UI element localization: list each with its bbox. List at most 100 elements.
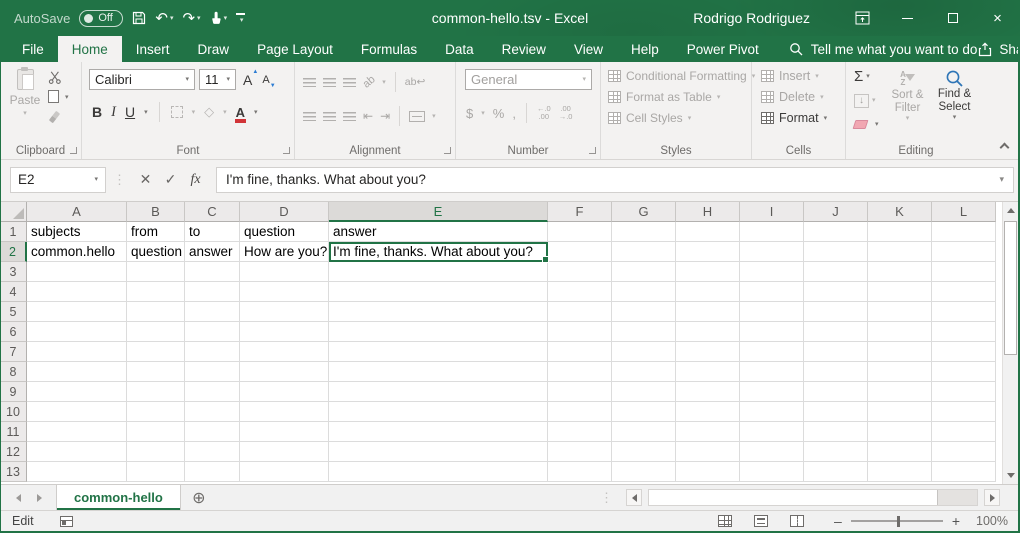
cell-F11[interactable]	[548, 422, 612, 442]
cell-E8[interactable]	[329, 362, 548, 382]
cell-E6[interactable]	[329, 322, 548, 342]
cell-B12[interactable]	[127, 442, 185, 462]
scroll-right-button[interactable]	[984, 489, 1000, 506]
row-header-4[interactable]: 4	[0, 282, 27, 302]
clear-button[interactable]: ▾	[854, 115, 884, 134]
autosave-toggle[interactable]: Off	[79, 10, 123, 27]
next-sheet-button[interactable]	[37, 494, 42, 502]
tab-review[interactable]: Review	[488, 36, 560, 62]
cell-H2[interactable]	[676, 242, 740, 262]
cell-J10[interactable]	[804, 402, 868, 422]
cell-I8[interactable]	[740, 362, 804, 382]
cell-J2[interactable]	[804, 242, 868, 262]
merge-center-button[interactable]	[409, 111, 425, 122]
cell-B11[interactable]	[127, 422, 185, 442]
row-header-12[interactable]: 12	[0, 442, 27, 462]
decrease-decimal-button[interactable]: .00 →.0	[559, 105, 573, 121]
row-header-6[interactable]: 6	[0, 322, 27, 342]
cell-H10[interactable]	[676, 402, 740, 422]
cut-button[interactable]	[48, 70, 69, 84]
cell-I3[interactable]	[740, 262, 804, 282]
vertical-scroll-thumb[interactable]	[1004, 221, 1017, 355]
insert-function-button[interactable]: fx	[183, 167, 208, 193]
macro-record-icon[interactable]	[60, 516, 73, 527]
page-break-preview-icon[interactable]	[790, 515, 804, 527]
cell-H9[interactable]	[676, 382, 740, 402]
zoom-in-button[interactable]: +	[952, 513, 960, 529]
cell-E4[interactable]	[329, 282, 548, 302]
conditional-formatting-button[interactable]: Conditional Formatting ▾	[608, 69, 751, 83]
autosum-button[interactable]: Σ ▾	[854, 67, 884, 86]
tab-split-handle-icon[interactable]: ⋮	[600, 490, 613, 506]
cell-C6[interactable]	[185, 322, 240, 342]
cell-E7[interactable]	[329, 342, 548, 362]
cell-F3[interactable]	[548, 262, 612, 282]
cell-C10[interactable]	[185, 402, 240, 422]
cell-F6[interactable]	[548, 322, 612, 342]
fill-button[interactable]: ↓ ▾	[854, 91, 884, 110]
cell-J1[interactable]	[804, 222, 868, 242]
cell-G13[interactable]	[612, 462, 676, 482]
cell-J9[interactable]	[804, 382, 868, 402]
cell-J7[interactable]	[804, 342, 868, 362]
cell-D2[interactable]: How are you?	[240, 242, 329, 262]
column-header-K[interactable]: K	[868, 202, 932, 222]
row-header-3[interactable]: 3	[0, 262, 27, 282]
cell-G1[interactable]	[612, 222, 676, 242]
font-name-combo[interactable]: Calibri ▾	[89, 69, 195, 90]
align-left-button[interactable]	[303, 112, 316, 121]
row-header-8[interactable]: 8	[0, 362, 27, 382]
tell-me-search[interactable]: Tell me what you want to do	[789, 36, 978, 62]
zoom-slider-thumb[interactable]	[897, 516, 900, 527]
percent-button[interactable]: %	[493, 106, 505, 121]
cell-styles-button[interactable]: Cell Styles ▾	[608, 111, 751, 125]
cell-D4[interactable]	[240, 282, 329, 302]
cell-E1[interactable]: answer	[329, 222, 548, 242]
cell-G11[interactable]	[612, 422, 676, 442]
cell-C1[interactable]: to	[185, 222, 240, 242]
delete-cells-button[interactable]: Delete ▾	[761, 90, 845, 104]
cell-L8[interactable]	[932, 362, 996, 382]
cell-B1[interactable]: from	[127, 222, 185, 242]
row-header-1[interactable]: 1	[0, 222, 27, 242]
column-header-F[interactable]: F	[548, 202, 612, 222]
cell-E3[interactable]	[329, 262, 548, 282]
cell-C13[interactable]	[185, 462, 240, 482]
customize-qat-button[interactable]: ▾	[236, 13, 245, 24]
cell-G10[interactable]	[612, 402, 676, 422]
orientation-button[interactable]: ab	[361, 73, 378, 90]
cell-A7[interactable]	[27, 342, 127, 362]
cell-D8[interactable]	[240, 362, 329, 382]
undo-button[interactable]: ↶▾	[155, 11, 173, 26]
cell-K10[interactable]	[868, 402, 932, 422]
cell-L5[interactable]	[932, 302, 996, 322]
align-center-button[interactable]	[323, 112, 336, 121]
cell-I1[interactable]	[740, 222, 804, 242]
cell-L7[interactable]	[932, 342, 996, 362]
row-header-2[interactable]: 2	[0, 242, 27, 262]
horizontal-scrollbar[interactable]	[648, 489, 978, 506]
column-header-J[interactable]: J	[804, 202, 868, 222]
underline-button[interactable]: U	[125, 104, 135, 120]
cell-A10[interactable]	[27, 402, 127, 422]
cell-I5[interactable]	[740, 302, 804, 322]
cell-H3[interactable]	[676, 262, 740, 282]
italic-button[interactable]: I	[111, 104, 116, 121]
cell-J4[interactable]	[804, 282, 868, 302]
cell-A4[interactable]	[27, 282, 127, 302]
fill-color-button[interactable]: ◇	[204, 104, 214, 120]
cell-C12[interactable]	[185, 442, 240, 462]
page-layout-view-icon[interactable]	[754, 515, 768, 527]
cell-G2[interactable]	[612, 242, 676, 262]
cell-F8[interactable]	[548, 362, 612, 382]
user-name[interactable]: Rodrigo Rodriguez	[693, 10, 810, 26]
tab-data[interactable]: Data	[431, 36, 488, 62]
cell-B8[interactable]	[127, 362, 185, 382]
cell-A6[interactable]	[27, 322, 127, 342]
tab-view[interactable]: View	[560, 36, 617, 62]
sheet-tab-common-hello[interactable]: common-hello	[56, 485, 181, 510]
cell-C4[interactable]	[185, 282, 240, 302]
bold-button[interactable]: B	[92, 104, 102, 120]
clipboard-dialog-launcher[interactable]	[70, 147, 77, 154]
cell-F7[interactable]	[548, 342, 612, 362]
